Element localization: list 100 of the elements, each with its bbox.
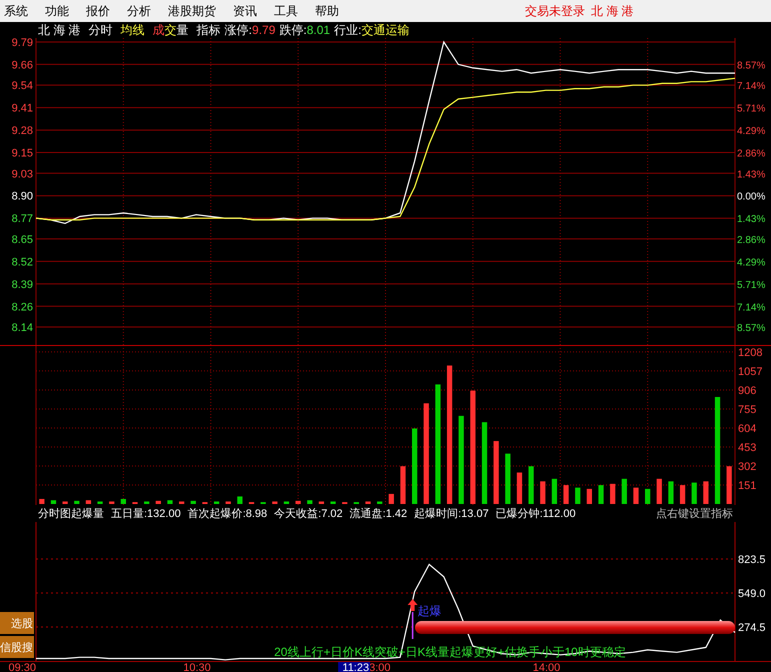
signal-marker-line: [412, 612, 414, 639]
login-status: 交易未登录: [525, 2, 585, 20]
volume-axis-label: 1057: [738, 366, 762, 378]
price-axis-label: 8.26: [12, 301, 33, 314]
price-axis-label: 8.90: [12, 190, 33, 203]
volume-bar: [156, 500, 161, 504]
volume-bar: [144, 501, 150, 504]
volume-bar: [633, 488, 639, 504]
chart-tab[interactable]: 均线: [120, 22, 145, 38]
signal-label: 起爆: [418, 604, 442, 618]
menu-item[interactable]: 资讯: [233, 2, 257, 20]
chart-tab[interactable]: 分时: [88, 22, 113, 38]
volume-bar: [39, 498, 44, 504]
indicator-tab[interactable]: 指标: [196, 22, 221, 38]
volume-bar: [586, 488, 592, 504]
cursor-time-label: 11:23: [338, 662, 370, 672]
volume-bar: [505, 454, 510, 504]
volume-bar: [284, 501, 290, 504]
indicator-name: 分时图起爆量: [38, 507, 104, 521]
menu-item[interactable]: 分析: [127, 2, 151, 20]
indicator-stat: 起爆时间:13.07: [414, 507, 489, 521]
time-label: 10:30: [183, 662, 211, 672]
arrow-up-icon: [408, 599, 418, 611]
percent-label: 8.57%: [737, 323, 766, 334]
price-axis-label: 8.39: [12, 278, 33, 291]
price-axis-label: 9.41: [12, 102, 33, 115]
info-field: 跌停:8.01: [279, 22, 330, 38]
percent-label: 1.43%: [737, 169, 766, 180]
volume-bar: [388, 494, 394, 504]
time-label: 09:30: [8, 662, 36, 672]
side-button[interactable]: 选股: [0, 612, 34, 634]
volume-axis-label: 453: [738, 442, 756, 454]
volume-bar: [272, 501, 278, 504]
indicator-axis-label: 274.5: [738, 622, 766, 634]
price-axis-label: 9.28: [12, 125, 33, 138]
percent-label: 7.14%: [737, 81, 766, 92]
percent-label: 1.43%: [737, 214, 766, 226]
price-axis-label: 9.03: [12, 168, 33, 180]
volume-bar: [307, 500, 312, 504]
price-axis-label: 9.79: [12, 38, 33, 49]
time-label: 3:00: [369, 662, 390, 672]
percent-label: 7.14%: [737, 302, 766, 314]
side-button[interactable]: 信股搜: [0, 636, 34, 658]
volume-bar: [692, 482, 697, 504]
volume-bar: [190, 500, 196, 504]
price-axis-label: 8.65: [12, 234, 33, 246]
menu-item[interactable]: 系统: [4, 2, 28, 20]
volume-bar: [226, 501, 231, 504]
volume-bar: [120, 498, 126, 504]
percent-label: 4.29%: [737, 126, 766, 138]
volume-bar: [540, 481, 546, 504]
volume-bar: [668, 481, 674, 504]
volume-bar: [575, 488, 580, 504]
volume-bar: [179, 501, 184, 504]
menu-item[interactable]: 工具: [274, 2, 298, 20]
menu-stock-name: 北 海 港: [591, 2, 634, 20]
volume-bar: [656, 478, 662, 504]
time-label: 14:00: [532, 662, 560, 672]
volume-axis-label: 151: [738, 480, 756, 492]
info-field: 涨停:9.79: [224, 22, 276, 38]
volume-bar: [62, 501, 68, 504]
percent-label: 5.71%: [737, 280, 766, 291]
volume-axis-label: 906: [738, 384, 756, 397]
menu-item[interactable]: 帮助: [315, 2, 339, 20]
indicator-stat: 流通盘:1.42: [350, 506, 408, 521]
indicator-stat: 五日量:132.00: [111, 507, 181, 521]
volume-bar: [703, 481, 708, 504]
volume-bar: [97, 501, 103, 504]
volume-axis-label: 604: [738, 422, 756, 435]
price-axis-label: 8.14: [12, 322, 33, 334]
volume-bar: [214, 501, 220, 504]
price-axis-label: 9.54: [12, 80, 33, 92]
volume-bar: [86, 500, 92, 504]
percent-label: 0.00%: [737, 192, 766, 203]
volume-axis-label: 755: [738, 404, 756, 416]
price-axis-label: 8.77: [12, 213, 33, 226]
volume-bar: [494, 441, 499, 504]
percent-label: 5.71%: [737, 104, 766, 115]
volume-bar: [365, 501, 371, 504]
volume-bar: [330, 501, 336, 504]
volume-bar: [74, 500, 80, 504]
volume-bar: [552, 478, 558, 504]
volume-axis-label: 1208: [738, 346, 762, 359]
menu-item[interactable]: 报价: [86, 2, 110, 20]
volume-bar: [167, 500, 173, 504]
menu-item[interactable]: 港股期货: [168, 2, 216, 20]
volume-bar: [680, 485, 686, 504]
volume-bar: [318, 501, 324, 504]
volume-bar: [377, 501, 382, 504]
volume-axis-label: 302: [738, 460, 756, 473]
indicator-axis-label: 549.0: [738, 588, 766, 600]
menu-item[interactable]: 功能: [45, 2, 69, 20]
volume-bar: [109, 501, 114, 504]
price-axis-label: 9.66: [12, 59, 33, 72]
volume-bar: [237, 496, 242, 504]
percent-label: 2.86%: [737, 234, 766, 246]
indicator-stat: 已爆分钟:112.00: [496, 507, 576, 521]
volume-tab[interactable]: 成交量: [152, 22, 189, 38]
percent-label: 2.86%: [737, 148, 766, 160]
volume-bar: [528, 466, 534, 504]
